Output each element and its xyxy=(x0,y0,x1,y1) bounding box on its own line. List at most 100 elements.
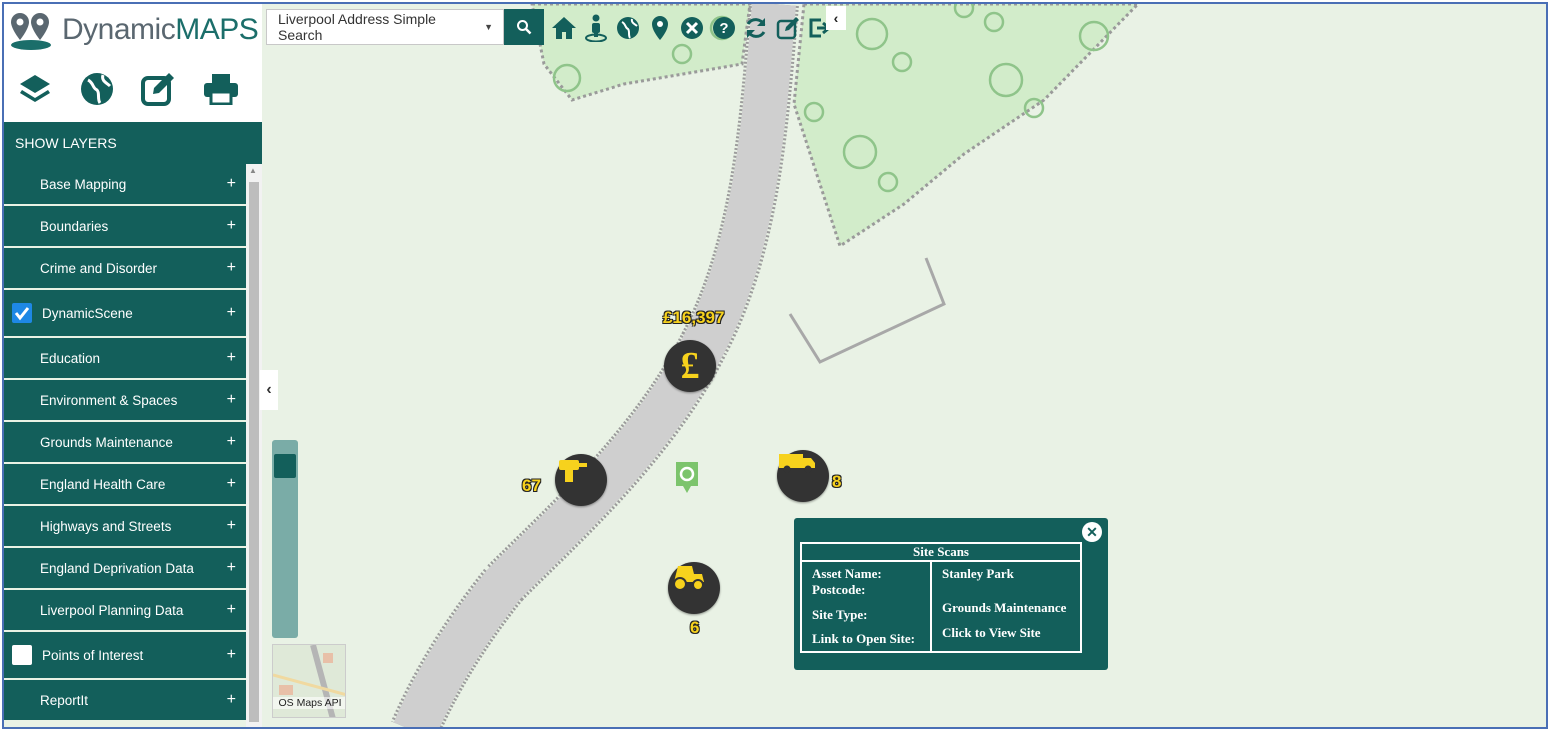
print-icon xyxy=(204,74,238,105)
scroll-up-icon[interactable]: ▲ xyxy=(249,166,257,175)
show-layers-header[interactable]: SHOW LAYERS xyxy=(4,122,262,164)
scrollbar-thumb[interactable] xyxy=(249,182,259,722)
draw-button[interactable] xyxy=(128,63,190,115)
layer-label: England Health Care xyxy=(40,476,166,492)
site-pin-icon[interactable] xyxy=(674,460,700,494)
expand-icon[interactable]: + xyxy=(227,304,236,322)
layer-england-health-care[interactable]: England Health Care + xyxy=(4,464,246,504)
layer-base-mapping[interactable]: Base Mapping + xyxy=(4,164,246,204)
layer-checkbox-checked[interactable] xyxy=(12,303,32,323)
popup-close-button[interactable]: ✕ xyxy=(1082,522,1102,542)
layer-dynamicscene[interactable]: DynamicScene + xyxy=(4,290,246,336)
layer-education[interactable]: Education + xyxy=(4,338,246,378)
expand-icon[interactable]: + xyxy=(227,175,236,193)
layers-list: Base Mapping + Boundaries + Crime and Diso… xyxy=(4,164,246,727)
zoom-slider-handle[interactable] xyxy=(274,454,296,478)
tractor-icon xyxy=(673,566,704,591)
layer-liverpool-planning-data[interactable]: Liverpool Planning Data + xyxy=(4,590,246,630)
pound-icon: £ xyxy=(680,345,700,387)
layer-crime-and-disorder[interactable]: Crime and Disorder + xyxy=(4,248,246,288)
search-type-value: Liverpool Address Simple Search xyxy=(278,11,436,43)
layer-grounds-maintenance[interactable]: Grounds Maintenance + xyxy=(4,422,246,462)
popup-values: Stanley Park Grounds Maintenance Click t… xyxy=(930,560,1082,653)
globe-button[interactable] xyxy=(614,13,642,43)
marker-drill[interactable] xyxy=(555,454,607,506)
expand-icon[interactable]: + xyxy=(227,517,236,535)
value-link[interactable]: Click to View Site xyxy=(942,625,1070,641)
search-type-select[interactable]: Liverpool Address Simple Search ▼ xyxy=(266,9,504,45)
layer-checkbox-unchecked[interactable] xyxy=(12,645,32,665)
layer-label: Boundaries xyxy=(40,218,109,234)
expand-icon[interactable]: + xyxy=(227,217,236,235)
expand-icon[interactable]: + xyxy=(227,559,236,577)
label-link: Link to Open Site: xyxy=(812,630,915,646)
edit-button[interactable] xyxy=(774,13,802,43)
zoom-slider[interactable] xyxy=(272,440,298,638)
label-site-type: Site Type: xyxy=(812,606,868,622)
brand-part-1: Dynamic xyxy=(62,13,176,46)
value-site-type: Grounds Maintenance xyxy=(942,600,1067,616)
location-button[interactable] xyxy=(646,13,674,43)
app-window: £16,397 £ 67 8 6 ✕ Site Scans Asset Name… xyxy=(2,2,1548,729)
edit-icon xyxy=(141,73,174,106)
edit-icon xyxy=(776,17,799,40)
expand-icon[interactable]: + xyxy=(227,259,236,277)
expand-icon[interactable]: + xyxy=(227,433,236,451)
help-icon: ? xyxy=(713,17,735,39)
refresh-button[interactable] xyxy=(742,13,770,43)
layer-label: Base Mapping xyxy=(40,176,127,192)
home-button[interactable] xyxy=(550,13,578,43)
layer-england-deprivation-data[interactable]: England Deprivation Data + xyxy=(4,548,246,588)
globe-icon xyxy=(81,73,113,105)
checkmark-icon xyxy=(14,307,30,321)
map-pin-icon xyxy=(652,16,668,40)
expand-icon[interactable]: + xyxy=(227,646,236,664)
collapse-panel-button[interactable]: ‹ xyxy=(260,370,278,410)
layer-points-of-interest[interactable]: Points of Interest + xyxy=(4,632,246,678)
app-logo: DynamicMAPS xyxy=(4,4,262,56)
basemap-button[interactable] xyxy=(66,63,128,115)
layer-label: DynamicScene xyxy=(42,305,133,321)
basemap-thumbnail[interactable]: OS Maps API xyxy=(272,644,346,718)
layer-highways-and-streets[interactable]: Highways and Streets + xyxy=(4,506,246,546)
marker-tractor[interactable] xyxy=(668,562,720,614)
close-circle-icon xyxy=(681,17,703,39)
label-postcode: Postcode: xyxy=(812,582,866,598)
van-icon xyxy=(779,454,815,473)
expand-icon[interactable]: + xyxy=(227,391,236,409)
street-view-icon xyxy=(585,14,607,42)
top-toolbar: ? xyxy=(550,12,834,44)
marker-cost[interactable]: £ xyxy=(664,340,716,392)
search-button[interactable] xyxy=(504,9,544,45)
label-asset-name: Asset Name: xyxy=(812,566,882,581)
home-icon xyxy=(552,17,576,39)
value-asset-name: Stanley Park xyxy=(942,566,1014,581)
globe-icon xyxy=(617,17,639,39)
collapse-toolbar-button[interactable]: ‹ xyxy=(826,6,846,30)
popup-labels: Asset Name: Postcode: Site Type: Link to… xyxy=(800,560,932,653)
layer-boundaries[interactable]: Boundaries + xyxy=(4,206,246,246)
help-button[interactable]: ? xyxy=(710,13,738,43)
expand-icon[interactable]: + xyxy=(227,601,236,619)
logo-pins-icon xyxy=(11,13,51,50)
layer-environment-spaces[interactable]: Environment & Spaces + xyxy=(4,380,246,420)
layer-label: England Deprivation Data xyxy=(40,560,194,576)
expand-icon[interactable]: + xyxy=(227,475,236,493)
layer-label: Education xyxy=(40,350,101,366)
expand-icon[interactable]: + xyxy=(227,349,236,367)
chevron-left-icon: ‹ xyxy=(266,381,272,398)
layers-scrollbar[interactable]: ▲ xyxy=(246,164,262,727)
street-view-button[interactable] xyxy=(582,13,610,43)
marker-van[interactable] xyxy=(777,450,829,502)
layer-label: Points of Interest xyxy=(42,647,144,663)
clear-button[interactable] xyxy=(678,13,706,43)
layer-reportit[interactable]: ReportIt + xyxy=(4,680,246,720)
site-scans-table: Site Scans Asset Name: Postcode: Site Ty… xyxy=(800,542,1082,653)
layers-button[interactable] xyxy=(4,63,66,115)
marker-label-cost: £16,397 xyxy=(663,308,725,327)
expand-icon[interactable]: + xyxy=(227,691,236,709)
print-button[interactable] xyxy=(190,63,252,115)
svg-text:?: ? xyxy=(719,20,728,37)
drill-icon xyxy=(559,460,587,482)
refresh-icon xyxy=(746,18,766,38)
